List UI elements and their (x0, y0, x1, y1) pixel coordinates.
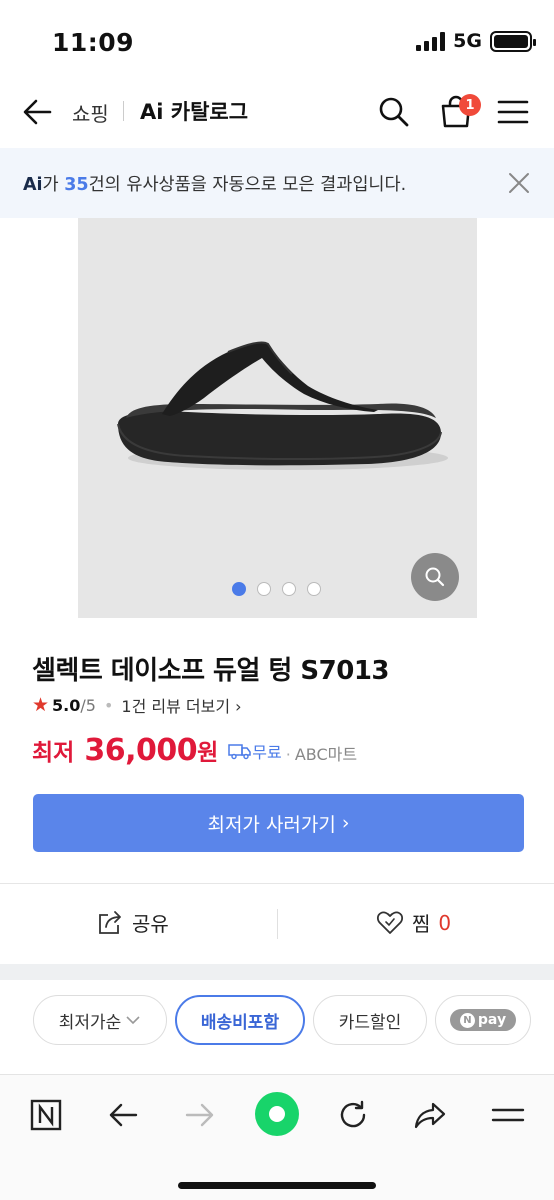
buy-button-label: 최저가 사러가기 (207, 813, 336, 836)
rating-score: 5.0 (52, 695, 81, 715)
share-icon (99, 910, 121, 934)
zoom-button[interactable] (411, 553, 459, 601)
status-bar: 11:09 5G (0, 0, 554, 80)
separator-dot: · (285, 745, 291, 764)
carousel-dot[interactable] (257, 582, 271, 596)
filter-chip-card-discount[interactable]: 카드할인 (313, 995, 427, 1045)
search-icon[interactable] (376, 94, 412, 130)
back-arrow-icon[interactable] (20, 94, 56, 130)
wishlist-button[interactable]: 찜 0 (376, 908, 451, 937)
menu-icon[interactable] (488, 1095, 528, 1135)
shipping-info: 무료 (228, 739, 282, 763)
separator-dot: • (103, 695, 114, 715)
wishlist-label: 찜 (412, 912, 431, 936)
forward-icon[interactable] (180, 1095, 220, 1135)
carousel-dots (232, 582, 321, 596)
carousel-dot[interactable] (307, 582, 321, 596)
carousel-dot[interactable] (282, 582, 296, 596)
buy-lowest-price-button[interactable]: 최저가 사러가기 › (33, 794, 524, 852)
back-icon[interactable] (103, 1095, 143, 1135)
naver-home-icon[interactable] (26, 1095, 66, 1135)
page-title: Ai 카탈로그 (140, 100, 249, 124)
truck-icon (228, 744, 252, 760)
ai-mark: Ai (23, 175, 43, 195)
magnifier-icon (425, 567, 445, 587)
network-label: 5G (453, 30, 482, 52)
divider (277, 909, 278, 939)
product-name: 셀렉트 데이소프 듀얼 텅 S7013 (32, 656, 390, 686)
rating-row: ★ 5.0 /5 • 1건 리뷰 더보기 › (32, 693, 242, 717)
refresh-icon[interactable] (333, 1095, 373, 1135)
green-dot-icon[interactable] (254, 1091, 300, 1137)
filter-chip-shipping-included[interactable]: 배송비포함 (175, 995, 305, 1045)
price-row: 최저 36,000 원 무료 · ABC마트 (32, 733, 357, 768)
share-label: 공유 (132, 912, 169, 936)
filter-chip-npay[interactable]: Npay (435, 995, 531, 1045)
product-image[interactable] (78, 218, 477, 618)
ai-notice-banner: Ai가 35건의 유사상품을 자동으로 모은 결과입니다. (0, 148, 554, 218)
review-link-label: 1건 리뷰 더보기 (121, 697, 231, 716)
wishlist-count: 0 (438, 910, 452, 935)
similar-count: 35 (64, 175, 89, 195)
breadcrumb-shopping[interactable]: 쇼핑 (72, 98, 109, 127)
price-prefix: 최저 (32, 740, 75, 766)
flip-flop-image (117, 341, 448, 470)
close-icon[interactable] (506, 170, 532, 196)
chip-label: 배송비포함 (200, 1012, 280, 1033)
carousel-dot[interactable] (232, 582, 246, 596)
shipping-label: 무료 (252, 743, 282, 762)
signal-icon (416, 31, 446, 51)
chip-label: 카드할인 (338, 1012, 402, 1033)
review-link[interactable]: 1건 리뷰 더보기 › (121, 693, 241, 717)
sort-label: 최저가순 (58, 1012, 122, 1033)
heart-icon (376, 911, 404, 934)
filter-chips: 최저가순 배송비포함 카드할인 Npay (33, 995, 531, 1045)
section-divider (0, 964, 554, 980)
price-unit: 원 (197, 740, 219, 766)
sort-dropdown[interactable]: 최저가순 (33, 995, 167, 1045)
breadcrumb-divider (123, 101, 124, 121)
share-button[interactable]: 공유 (96, 908, 169, 937)
divider (0, 883, 554, 884)
star-icon: ★ (32, 694, 50, 716)
chevron-down-icon (126, 1016, 140, 1025)
price-value: 36,000 (84, 733, 198, 768)
cart-count-badge: 1 (459, 94, 481, 116)
status-indicators: 5G (416, 30, 536, 52)
rating-max: /5 (80, 695, 96, 715)
npay-label: pay (477, 1012, 507, 1028)
share-icon[interactable] (410, 1095, 450, 1135)
chevron-right-icon: › (335, 812, 350, 834)
ai-notice-text: Ai가 35건의 유사상품을 자동으로 모은 결과입니다. (23, 171, 406, 196)
seller-name: ABC마트 (294, 745, 358, 764)
menu-icon[interactable] (496, 96, 530, 128)
ai-notice-suffix: 건의 유사상품을 자동으로 모은 결과입니다. (88, 175, 407, 195)
ai-notice-prefix: 가 (42, 175, 65, 195)
npay-logo: Npay (449, 1009, 517, 1031)
status-time: 11:09 (52, 28, 135, 57)
home-indicator (178, 1182, 376, 1189)
battery-icon (490, 30, 536, 52)
